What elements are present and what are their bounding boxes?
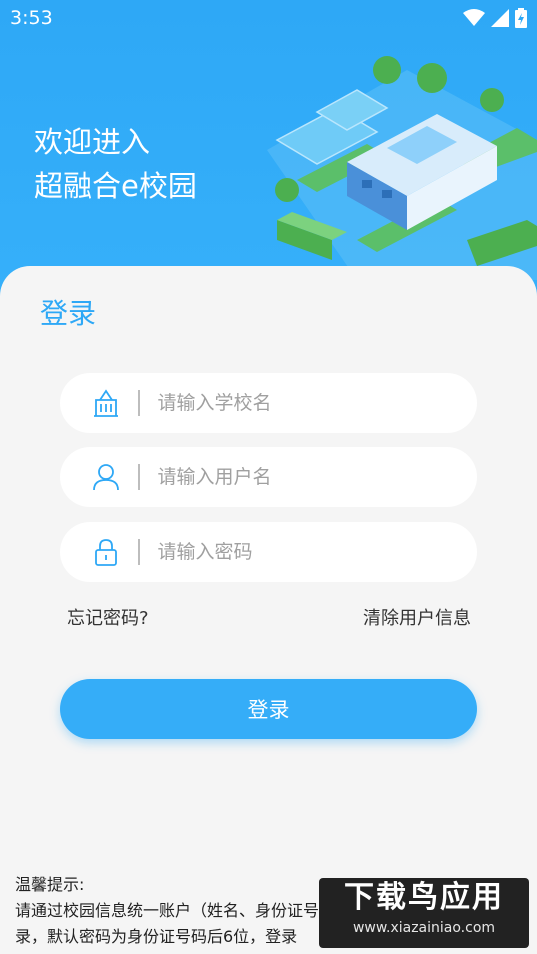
clear-user-info-link[interactable]: 清除用户信息 — [363, 604, 471, 630]
wifi-icon — [463, 9, 485, 26]
field-divider — [138, 390, 140, 416]
campus-illustration — [267, 56, 537, 280]
field-divider — [138, 464, 140, 490]
welcome-line-1: 欢迎进入 — [34, 125, 151, 159]
login-button[interactable]: 登录 — [60, 679, 477, 739]
login-title: 登录 — [40, 297, 97, 330]
school-field[interactable] — [60, 373, 477, 433]
login-card: 登录 请输入学校名 请输入用户名 忘记密码? 清除用户信息 登录 温馨提示: 请… — [0, 266, 537, 954]
status-time: 3:53 — [10, 7, 53, 29]
welcome-line-2: 超融合e校园 — [34, 169, 197, 203]
username-field[interactable] — [60, 447, 477, 507]
signal-icon — [491, 9, 509, 27]
username-input[interactable] — [155, 465, 460, 489]
watermark-title: 下载鸟应用 — [344, 880, 504, 915]
status-icons — [463, 8, 527, 28]
watermark-url: www.xiazainiao.com — [352, 920, 496, 936]
watermark-logo: 下载鸟应用 www.xiazainiao.com — [319, 878, 529, 948]
welcome-text: 欢迎进入 超融合e校园 — [34, 120, 197, 208]
lock-icon — [88, 534, 124, 570]
password-input[interactable] — [155, 540, 460, 564]
battery-icon — [515, 8, 527, 28]
user-icon — [88, 459, 124, 495]
status-bar: 3:53 — [0, 0, 537, 36]
school-building-icon — [88, 385, 124, 421]
field-divider — [138, 539, 140, 565]
forgot-password-link[interactable]: 忘记密码? — [67, 604, 149, 630]
school-input[interactable] — [155, 391, 460, 415]
password-field[interactable] — [60, 522, 477, 582]
header-banner: 3:53 欢迎进入 超融合e校园 — [0, 0, 537, 300]
